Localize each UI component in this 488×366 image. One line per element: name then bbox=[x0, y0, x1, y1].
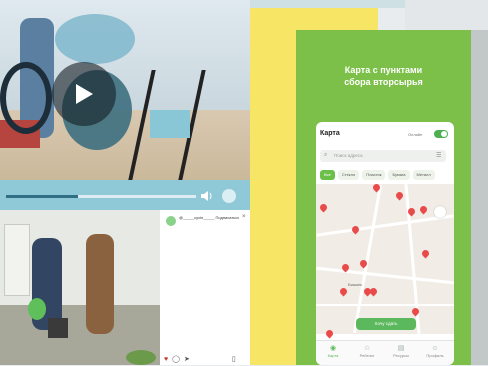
photo bbox=[0, 210, 160, 365]
chip-metal[interactable]: Металл bbox=[412, 170, 435, 180]
poster-title-line1: Карта с пунктами bbox=[344, 65, 423, 75]
search-icon: ⌕ bbox=[324, 152, 328, 158]
online-toggle[interactable] bbox=[434, 130, 448, 138]
chip-all[interactable]: Все bbox=[320, 170, 335, 180]
close-icon[interactable]: × bbox=[242, 214, 246, 220]
poster-title: Карта с пунктами сбора вторсырья bbox=[296, 64, 471, 88]
map-road bbox=[316, 214, 454, 237]
photo-person-right bbox=[86, 234, 114, 334]
rating-icon: ☆ bbox=[363, 345, 371, 352]
map-road bbox=[352, 184, 383, 334]
resources-icon: ▤ bbox=[397, 345, 405, 352]
tab-resources-label: Ресурсы bbox=[393, 353, 409, 358]
photo-bin bbox=[48, 318, 68, 338]
heart-icon[interactable]: ♥ bbox=[164, 356, 168, 363]
tab-rating[interactable]: ☆ Рейтинг bbox=[352, 344, 382, 358]
bookmark-icon[interactable]: ▯ bbox=[232, 356, 236, 363]
background-edge bbox=[471, 30, 488, 365]
toggle-label: Онлайн bbox=[408, 132, 423, 137]
tab-resources[interactable]: ▤ Ресурсы bbox=[386, 344, 416, 358]
background-paper bbox=[405, 0, 488, 30]
tab-bar: ◉ Карта ☆ Рейтинг ▤ Ресурсы ☺ Профиль bbox=[316, 340, 454, 365]
chip-paper[interactable]: Бумага bbox=[388, 170, 410, 180]
map-road bbox=[316, 266, 454, 285]
play-button[interactable] bbox=[52, 62, 116, 126]
video-dish bbox=[55, 14, 135, 64]
photo-green-bag bbox=[28, 298, 46, 320]
tab-profile[interactable]: ☺ Профиль bbox=[420, 344, 450, 358]
map[interactable] bbox=[316, 184, 454, 334]
photo-plant bbox=[126, 350, 156, 365]
tab-map-label: Карта bbox=[327, 353, 339, 358]
progress-fill bbox=[6, 195, 79, 198]
filter-icon[interactable]: ☰ bbox=[436, 152, 441, 159]
video-player[interactable] bbox=[0, 0, 250, 210]
fullscreen-button[interactable] bbox=[222, 189, 236, 203]
filter-chips: Все Стекло Пластик Бумага Металл bbox=[320, 170, 454, 180]
avatar[interactable] bbox=[166, 216, 176, 226]
profile-icon: ☺ bbox=[431, 345, 439, 352]
map-pin-icon: ◉ bbox=[329, 345, 337, 352]
phone-screen: Карта Онлайн ⌕ Поиск адреса ☰ Все Стекло… bbox=[316, 122, 454, 365]
volume-icon[interactable] bbox=[200, 189, 214, 203]
hand-over-button[interactable]: Хочу сдать bbox=[356, 318, 416, 330]
screen-title: Карта bbox=[320, 130, 340, 137]
chip-glass[interactable]: Стекло bbox=[337, 170, 360, 180]
photo-door bbox=[4, 224, 30, 296]
share-icon[interactable]: ➤ bbox=[184, 356, 190, 363]
instagram-post: @_____cycle_____ Подписаться × ♥ ◯ ➤ ▯ bbox=[160, 210, 250, 365]
map-road bbox=[316, 304, 454, 306]
locate-button[interactable] bbox=[434, 206, 446, 218]
tab-profile-label: Профиль bbox=[426, 353, 444, 358]
poster-title-line2: сбора вторсырья bbox=[344, 77, 423, 87]
map-city-label: Бишкек bbox=[348, 282, 362, 287]
video-wheel bbox=[0, 62, 52, 134]
search-placeholder: Поиск адреса bbox=[334, 153, 363, 158]
chip-plastic[interactable]: Пластик bbox=[362, 170, 386, 180]
play-icon bbox=[76, 84, 93, 104]
comment-icon[interactable]: ◯ bbox=[172, 356, 180, 363]
video-chair bbox=[150, 110, 190, 138]
instagram-actions: ♥ ◯ ➤ ▯ bbox=[164, 348, 248, 363]
tab-rating-label: Рейтинг bbox=[359, 353, 375, 358]
instagram-username[interactable]: @_____cycle_____ Подписаться bbox=[179, 216, 239, 220]
tab-map[interactable]: ◉ Карта bbox=[318, 344, 348, 358]
